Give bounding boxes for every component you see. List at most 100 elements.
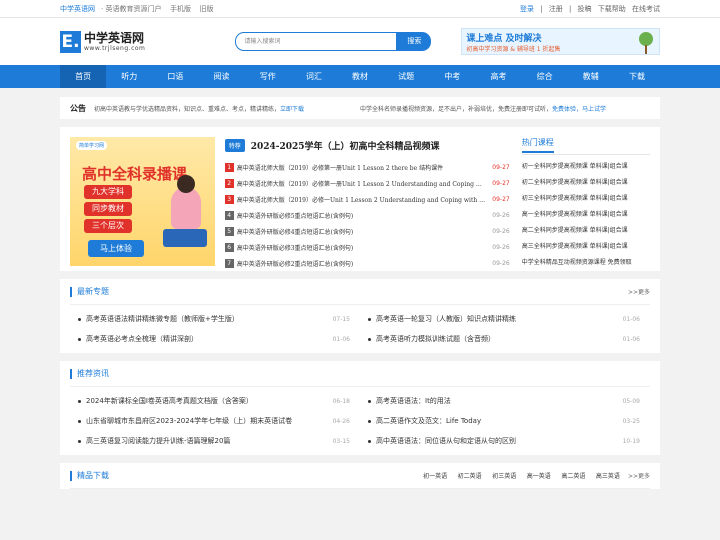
list-item[interactable]: 高考英语听力模拟训练试题（含音频） 01-06	[360, 329, 650, 349]
nav-gaokao[interactable]: 高考	[475, 65, 521, 88]
item-title[interactable]: 高中英语语法：同位语从句和定语从句的区别	[376, 436, 619, 446]
list-item[interactable]: 1 高中英语北师大版（2019）必修第一册Unit 1 Lesson 2 ther…	[224, 159, 510, 175]
more-link[interactable]: >>更多	[628, 287, 650, 296]
list-item[interactable]: 4 高中英语外研版必修5重点短语汇总(含例句) 09-26	[224, 207, 510, 223]
list-item[interactable]: 高三英语复习阅读能力提升训练-语篇理解20篇 03-15	[70, 431, 360, 451]
item-title[interactable]: 高考英语听力模拟训练试题（含音频）	[376, 334, 619, 344]
promo-banner[interactable]: 简单学习网 高中全科录播课 九大学科 同步教材 三个层次 马上体验	[70, 137, 215, 266]
nav-zhongkao[interactable]: 中考	[429, 65, 475, 88]
item-title[interactable]: 高中英语外研版必修3重点短语汇总(含例句)	[237, 243, 486, 252]
mobile-link[interactable]: 手机版	[170, 5, 191, 13]
nav-listening[interactable]: 听力	[106, 65, 152, 88]
tree-icon	[639, 32, 653, 46]
tab-grade8[interactable]: 初二英语	[458, 473, 482, 480]
notice-link-2[interactable]: 免费体验，马上试学	[552, 106, 606, 113]
item-title[interactable]: 高中英语外研版必修5重点短语汇总(含例句)	[237, 211, 486, 220]
list-item[interactable]: 初一全科同步提高视频课 单科课|组合课	[522, 159, 650, 175]
tab-grade9[interactable]: 初三英语	[492, 473, 516, 480]
nav-reading[interactable]: 阅读	[198, 65, 244, 88]
item-title[interactable]: 高考英语语法精讲精练微专题（教师版+学生版）	[86, 314, 329, 324]
bullet-icon	[78, 419, 81, 423]
list-item[interactable]: 2024年新课标全国Ⅰ卷英语高考真题文档版（含答案） 06-18	[70, 391, 360, 411]
help-link[interactable]: 下载帮助	[598, 5, 626, 13]
section-title: 最新专题	[77, 287, 109, 296]
item-title[interactable]: 高中英语北师大版（2019）必修一Unit 1 Lesson 2 Underst…	[237, 195, 486, 204]
item-title[interactable]: 高考英语一轮复习（人教版）知识点精讲精练	[376, 314, 619, 324]
banner-ad[interactable]: 课上难点 及时解决 初高中学习资源 & 辅导班 1 折起售	[461, 28, 660, 55]
item-title[interactable]: 高中英语外研版必修2重点短语汇总(含例句)	[237, 259, 486, 268]
list-item[interactable]: 7 高中英语外研版必修2重点短语汇总(含例句) 09-26	[224, 255, 510, 271]
item-title[interactable]: 高中英语外研版必修4重点短语汇总(含例句)	[237, 227, 486, 236]
site-link[interactable]: 中学英语网	[60, 5, 95, 13]
list-item[interactable]: 高考英语一轮复习（人教版）知识点精讲精练 01-06	[360, 309, 650, 329]
item-title[interactable]: 高二英语作文及范文：Life Today	[376, 416, 619, 426]
search-input[interactable]: 请输入搜索词	[235, 32, 398, 51]
item-title[interactable]: 2024年新课标全国Ⅰ卷英语高考真题文档版（含答案）	[86, 396, 329, 406]
list-item[interactable]: 5 高中英语外研版必修4重点短语汇总(含例句) 09-26	[224, 223, 510, 239]
rank-number: 1	[224, 162, 234, 172]
register-link[interactable]: 注册	[549, 5, 563, 13]
list-item[interactable]: 3 高中英语北师大版（2019）必修一Unit 1 Lesson 2 Unders…	[224, 191, 510, 207]
item-title[interactable]: 高三英语复习阅读能力提升训练-语篇理解20篇	[86, 436, 329, 446]
item-date: 09-26	[492, 227, 510, 235]
promo-cta-button[interactable]: 马上体验	[88, 240, 144, 257]
notice-label: 公告	[70, 103, 86, 113]
item-date: 09-26	[492, 211, 510, 219]
list-item[interactable]: 高二全科同步提高视频课 单科课|组合课	[522, 223, 650, 239]
nav-speaking[interactable]: 口语	[152, 65, 198, 88]
item-title[interactable]: 高中英语北师大版（2019）必修第一册Unit 1 Lesson 2 there…	[237, 163, 486, 172]
list-item[interactable]: 2 高中英语北师大版（2019）必修第一册Unit 1 Lesson 2 Unde…	[224, 175, 510, 191]
tab-grade10[interactable]: 高一英语	[527, 473, 551, 480]
nav-download[interactable]: 下载	[614, 65, 660, 88]
item-title[interactable]: 高考英语语法：It的用法	[376, 396, 619, 406]
list-item[interactable]: 高一全科同步提高视频课 单科课|组合课	[522, 207, 650, 223]
hot-courses-title[interactable]: 热门课程	[521, 137, 554, 153]
separator: |	[540, 5, 543, 13]
bullet-icon	[368, 337, 371, 341]
item-title[interactable]: 山东省聊城市东昌府区2023-2024学年七年级（上）期末英语试卷	[86, 416, 329, 426]
nav-home[interactable]: 首页	[60, 65, 107, 88]
item-title[interactable]: 高考英语必考点全梳理（精讲深剖）	[86, 334, 329, 344]
tab-grade7[interactable]: 初一英语	[423, 473, 447, 480]
online-exam-link[interactable]: 在线考试	[632, 5, 660, 13]
list-item[interactable]: 6 高中英语外研版必修3重点短语汇总(含例句) 09-26	[224, 239, 510, 255]
nav-tests[interactable]: 试题	[383, 65, 429, 88]
list-item[interactable]: 高考英语必考点全梳理（精讲深剖） 01-06	[70, 329, 360, 349]
item-date: 03-25	[622, 417, 640, 425]
item-date: 05-09	[622, 397, 640, 405]
promo-brand: 简单学习网	[76, 141, 108, 150]
logo-text: 中学英语网	[84, 30, 145, 45]
nav-textbook[interactable]: 教材	[337, 65, 383, 88]
old-version-link[interactable]: 旧版	[200, 5, 214, 13]
bullet-icon	[368, 399, 371, 403]
hot-courses: 热门课程 初一全科同步提高视频课 单科课|组合课 初二全科同步提高视频课 单科课…	[521, 137, 650, 266]
item-title[interactable]: 高中英语北师大版（2019）必修第一册Unit 1 Lesson 2 Under…	[237, 179, 486, 188]
section-marker	[70, 470, 72, 481]
list-item[interactable]: 高二英语作文及范文：Life Today 03-25	[360, 411, 650, 431]
site-logo[interactable]: E. 中学英语网 www.trjlseng.com	[60, 27, 151, 57]
tab-grade11[interactable]: 高二英语	[561, 473, 585, 480]
nav-vocabulary[interactable]: 词汇	[291, 65, 337, 88]
nav-writing[interactable]: 写作	[245, 65, 291, 88]
list-item[interactable]: 高考英语语法精讲精练微专题（教师版+学生版） 07-15	[70, 309, 360, 329]
login-link[interactable]: 登录	[520, 5, 534, 13]
featured-title[interactable]: 2024-2025学年（上）初高中全科精品视频课	[251, 139, 440, 152]
ad-headline: 课上难点 及时解决	[466, 33, 542, 44]
student-illustration	[170, 187, 201, 229]
list-item[interactable]: 山东省聊城市东昌府区2023-2024学年七年级（上）期末英语试卷 04-26	[70, 411, 360, 431]
list-item[interactable]: 高三全科同步提高视频课 单科课|组合课	[522, 239, 650, 255]
item-date: 01-06	[332, 335, 350, 343]
submit-link[interactable]: 投稿	[578, 5, 592, 13]
nav-tutoring[interactable]: 教辅	[568, 65, 614, 88]
list-item[interactable]: 高中英语语法：同位语从句和定语从句的区别 10-19	[360, 431, 650, 451]
list-item[interactable]: 初三全科同步提高视频课 单科课|组合课	[522, 191, 650, 207]
search-button[interactable]: 搜索	[397, 32, 432, 51]
item-date: 09-26	[492, 259, 510, 267]
nav-general[interactable]: 综合	[522, 65, 568, 88]
more-link[interactable]: >>更多	[628, 471, 650, 480]
notice-link[interactable]: 立即下载	[280, 106, 304, 113]
list-item[interactable]: 初二全科同步提高视频课 单科课|组合课	[522, 175, 650, 191]
list-item[interactable]: 中学全科精品互动视频资源课程 免费领取	[522, 255, 650, 271]
tab-grade12[interactable]: 高三英语	[596, 473, 620, 480]
list-item[interactable]: 高考英语语法：It的用法 05-09	[360, 391, 650, 411]
